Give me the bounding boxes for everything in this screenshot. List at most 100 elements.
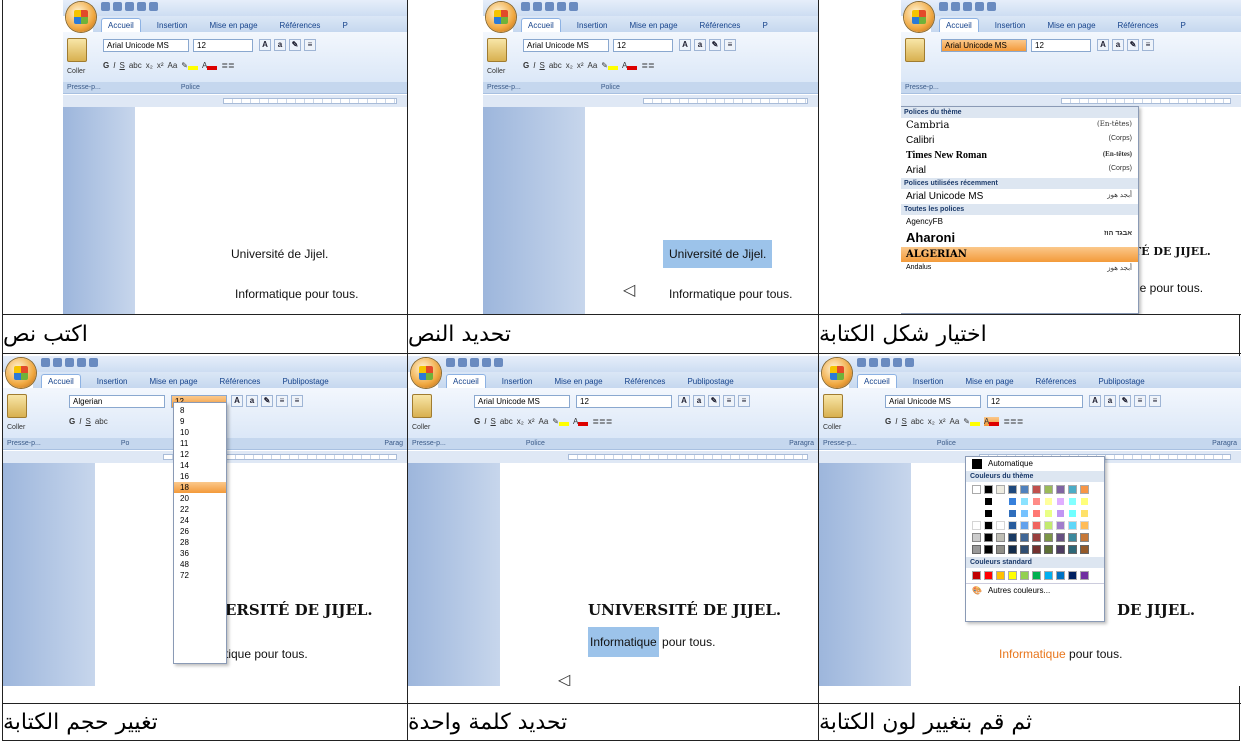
color-swatch[interactable] xyxy=(1068,533,1077,542)
size-option[interactable]: 12 xyxy=(174,449,226,460)
color-swatch[interactable] xyxy=(984,509,993,518)
color-swatch[interactable] xyxy=(1080,497,1089,506)
color-swatch[interactable] xyxy=(996,521,1005,530)
tab-insertion[interactable]: Insertion xyxy=(571,19,614,32)
clear-format-icon[interactable]: ✎ xyxy=(261,395,273,407)
numbering-icon[interactable]: ≡ xyxy=(291,395,303,407)
color-swatch[interactable] xyxy=(1044,497,1053,506)
clear-format-icon[interactable]: ✎ xyxy=(708,395,720,407)
shrink-font-icon[interactable]: a xyxy=(693,395,705,407)
font-option[interactable]: Arial Unicode MS أبجد هوز xyxy=(901,189,1138,204)
doc-line-1-selected[interactable]: Université de Jijel. xyxy=(663,240,773,268)
bullets-icon[interactable]: ≡ xyxy=(723,395,735,407)
tab-accueil[interactable]: Accueil xyxy=(857,374,897,388)
tab-references[interactable]: Références xyxy=(1112,19,1165,32)
color-swatch[interactable] xyxy=(1080,533,1089,542)
color-swatch[interactable] xyxy=(1020,521,1029,530)
color-swatch[interactable] xyxy=(996,485,1005,494)
color-automatic[interactable]: Automatique xyxy=(966,457,1104,471)
shrink-font-icon[interactable]: a xyxy=(246,395,258,407)
size-option[interactable]: 48 xyxy=(174,559,226,570)
size-option[interactable]: 20 xyxy=(174,493,226,504)
grow-font-icon[interactable]: A xyxy=(259,39,271,51)
color-swatch[interactable] xyxy=(1008,533,1017,542)
grow-font-icon[interactable]: A xyxy=(1097,39,1109,51)
color-swatch[interactable] xyxy=(984,571,993,580)
size-option[interactable]: 28 xyxy=(174,537,226,548)
color-swatch[interactable] xyxy=(1044,521,1053,530)
font-option[interactable]: Aharoni אבגד הוז xyxy=(901,228,1138,247)
size-option[interactable]: 72 xyxy=(174,570,226,581)
size-option[interactable]: 36 xyxy=(174,548,226,559)
tab-insertion[interactable]: Insertion xyxy=(91,375,134,388)
clear-format-icon[interactable]: ✎ xyxy=(289,39,301,51)
color-swatch[interactable] xyxy=(1020,571,1029,580)
tab-insertion[interactable]: Insertion xyxy=(989,19,1032,32)
tab-accueil[interactable]: Accueil xyxy=(101,18,141,32)
numbering-icon[interactable]: ≡ xyxy=(1149,395,1161,407)
color-swatch[interactable] xyxy=(1032,521,1041,530)
size-option-highlighted[interactable]: 18 xyxy=(174,482,226,493)
tab-p[interactable]: P xyxy=(756,19,773,32)
tab-publipostage[interactable]: Publipostage xyxy=(1092,375,1150,388)
color-swatch[interactable] xyxy=(1068,485,1077,494)
tab-accueil[interactable]: Accueil xyxy=(41,374,81,388)
tab-accueil[interactable]: Accueil xyxy=(521,18,561,32)
tab-publipostage[interactable]: Publipostage xyxy=(681,375,739,388)
color-swatch[interactable] xyxy=(1068,571,1077,580)
tab-mise-en-page[interactable]: Mise en page xyxy=(623,19,683,32)
clear-format-icon[interactable]: ✎ xyxy=(1127,39,1139,51)
tab-mise-en-page[interactable]: Mise en page xyxy=(959,375,1019,388)
color-swatch[interactable] xyxy=(1044,545,1053,554)
color-swatch[interactable] xyxy=(1032,485,1041,494)
color-swatch[interactable] xyxy=(996,497,1005,506)
font-name-box[interactable]: Arial Unicode MS xyxy=(885,395,981,408)
color-swatch[interactable] xyxy=(1056,521,1065,530)
tab-mise-en-page[interactable]: Mise en page xyxy=(548,375,608,388)
office-button[interactable] xyxy=(66,2,96,32)
grow-font-icon[interactable]: A xyxy=(678,395,690,407)
color-swatch[interactable] xyxy=(1044,509,1053,518)
color-swatch[interactable] xyxy=(1068,497,1077,506)
theme-color-palette[interactable] xyxy=(966,482,1104,557)
standard-color-palette[interactable] xyxy=(966,568,1104,583)
grow-font-icon[interactable]: A xyxy=(231,395,243,407)
font-option[interactable]: Calibri (Corps) xyxy=(901,133,1138,148)
color-swatch[interactable] xyxy=(1008,509,1017,518)
size-option[interactable]: 8 xyxy=(174,405,226,416)
color-swatch[interactable] xyxy=(1032,509,1041,518)
selected-word[interactable]: Informatique xyxy=(588,627,659,657)
color-swatch[interactable] xyxy=(1020,533,1029,542)
shrink-font-icon[interactable]: a xyxy=(1112,39,1124,51)
tab-accueil[interactable]: Accueil xyxy=(446,374,486,388)
color-swatch[interactable] xyxy=(996,545,1005,554)
tab-p[interactable]: P xyxy=(1174,19,1191,32)
color-swatch[interactable] xyxy=(1044,533,1053,542)
size-option[interactable]: 14 xyxy=(174,460,226,471)
color-swatch[interactable] xyxy=(1044,571,1053,580)
office-button[interactable] xyxy=(904,2,934,32)
size-option[interactable]: 26 xyxy=(174,526,226,537)
color-swatch[interactable] xyxy=(984,485,993,494)
color-swatch[interactable] xyxy=(1032,533,1041,542)
font-name-box[interactable]: Arial Unicode MS xyxy=(474,395,570,408)
color-swatch[interactable] xyxy=(1056,485,1065,494)
color-swatch[interactable] xyxy=(1056,571,1065,580)
tab-insertion[interactable]: Insertion xyxy=(151,19,194,32)
grow-font-icon[interactable]: A xyxy=(679,39,691,51)
color-swatch[interactable] xyxy=(996,533,1005,542)
size-option[interactable]: 24 xyxy=(174,515,226,526)
font-name-box[interactable]: Algerian xyxy=(69,395,165,408)
size-option[interactable]: 22 xyxy=(174,504,226,515)
font-size-box[interactable]: 12 xyxy=(987,395,1083,408)
tab-insertion[interactable]: Insertion xyxy=(907,375,950,388)
font-size-box[interactable]: 12 xyxy=(193,39,253,52)
tab-references[interactable]: Références xyxy=(214,375,267,388)
font-option[interactable]: Cambria (En-têtes) xyxy=(901,118,1138,133)
tab-references[interactable]: Références xyxy=(1030,375,1083,388)
more-colors-item[interactable]: 🎨 Autres couleurs... xyxy=(966,583,1104,597)
color-swatch[interactable] xyxy=(1008,545,1017,554)
color-swatch[interactable] xyxy=(1056,509,1065,518)
bullets-icon[interactable]: ≡ xyxy=(1134,395,1146,407)
office-button[interactable] xyxy=(486,2,516,32)
